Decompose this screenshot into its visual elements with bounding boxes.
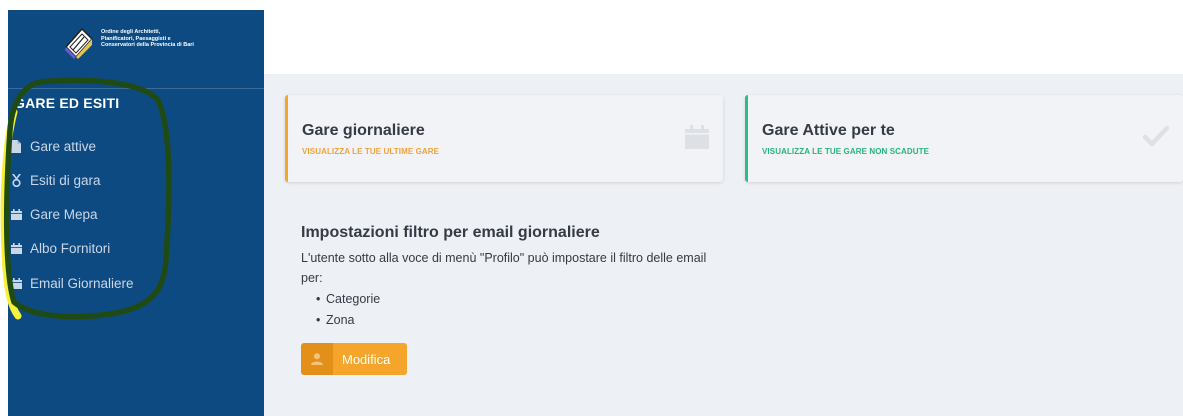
calendar-icon (685, 125, 709, 154)
card-gare-attive-per-te[interactable]: Gare Attive per te VISUALIZZA LE TUE GAR… (745, 95, 1183, 182)
sidebar-item-label: Albo Fornitori (30, 240, 111, 256)
list-item: Zona (316, 310, 380, 331)
file-icon (10, 139, 22, 153)
sidebar-item-gare-attive[interactable]: Gare attive (10, 136, 96, 156)
modifica-button[interactable]: Modifica (301, 343, 407, 375)
settings-description: L'utente sotto alla voce di menù "Profil… (301, 251, 707, 285)
list-item: Categorie (316, 289, 380, 310)
modifica-button-label: Modifica (333, 343, 407, 375)
medal-icon (10, 173, 22, 187)
brand-line-3: Conservatori della Provincia di Bari (101, 42, 194, 48)
brand-name: Ordine degli Architetti, Pianificatori, … (101, 29, 241, 49)
sidebar-item-label: Gare attive (30, 138, 97, 154)
calendar-icon (10, 241, 22, 255)
card-subtitle-link[interactable]: VISUALIZZA LE TUE GARE NON SCADUTE (762, 147, 929, 156)
sidebar-section-title: GARE ED ESITI (14, 95, 120, 111)
sidebar-item-albo-fornitori[interactable]: Albo Fornitori (10, 238, 110, 258)
sidebar-divider (8, 88, 264, 89)
check-icon (1142, 125, 1170, 152)
brand-area[interactable]: Ordine degli Architetti, Pianificatori, … (8, 10, 264, 88)
settings-title: Impostazioni filtro per email giornalier… (301, 224, 600, 241)
sidebar-item-gare-mepa[interactable]: Gare Mepa (10, 204, 98, 224)
calendar-icon (10, 276, 22, 290)
settings-options-list: Categorie Zona (316, 289, 380, 331)
sidebar-item-label: Gare Mepa (30, 206, 98, 222)
sidebar-item-label: Email Giornaliere (30, 275, 134, 291)
card-subtitle-link[interactable]: VISUALIZZA LE TUE ULTIME GARE (302, 147, 439, 156)
sidebar-item-email-giornaliere[interactable]: Email Giornaliere (10, 273, 134, 293)
user-icon (301, 343, 333, 375)
logo-icon (64, 27, 94, 59)
calendar-icon (10, 207, 22, 221)
card-title: Gare Attive per te (762, 122, 895, 139)
card-title: Gare giornaliere (302, 122, 425, 139)
sidebar-item-label: Esiti di gara (30, 172, 101, 188)
top-header (264, 0, 1183, 74)
card-gare-giornaliere[interactable]: Gare giornaliere VISUALIZZA LE TUE ULTIM… (285, 95, 723, 182)
sidebar-item-esiti-di-gara[interactable]: Esiti di gara (10, 170, 101, 190)
